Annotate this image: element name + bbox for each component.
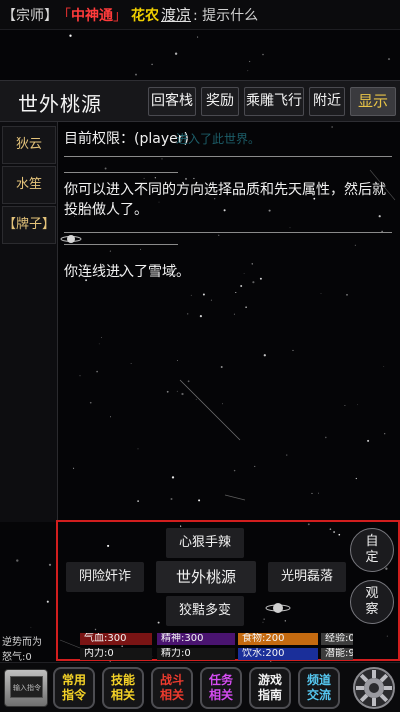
channel-chat-button[interactable]: 频道 交流: [298, 667, 340, 709]
npc-item-sign[interactable]: 【牌子】: [2, 206, 56, 244]
star: [247, 70, 249, 72]
player-name[interactable]: 花农: [131, 8, 159, 24]
move-south-button[interactable]: 狡黠多变: [166, 596, 244, 626]
nav-label-line2: 交流: [306, 688, 331, 702]
quote-close: 」: [113, 8, 127, 24]
rank-tag: 【宗师】: [2, 8, 58, 24]
star: [46, 600, 49, 603]
star: [16, 559, 19, 562]
rage-label: 怒气:0: [2, 652, 32, 663]
eagle-flight-button[interactable]: 乘雕飞行: [244, 87, 304, 116]
planet-icon: [265, 603, 291, 613]
divider-line: [64, 232, 392, 233]
nav-label-line1: 常用: [61, 673, 86, 687]
star: [30, 626, 32, 628]
divider-line-short: [64, 172, 178, 173]
settings-gear-icon[interactable]: [352, 666, 396, 710]
npc-item-diyun[interactable]: 狄云: [2, 126, 56, 164]
food-stat: 食物:200: [238, 633, 318, 645]
experience-stat: 经验:0: [321, 633, 353, 645]
water-stat: 饮水:200: [238, 648, 318, 660]
input-command-label: 输入指令: [13, 684, 41, 692]
star: [248, 60, 251, 63]
nav-label-line1: 频道: [306, 673, 331, 687]
entered-world-message: 你连线进入了雪域。: [64, 264, 190, 280]
star: [48, 563, 52, 566]
target-name-link[interactable]: 渡凉: [161, 6, 191, 24]
nav-label-line1: 战斗: [159, 673, 184, 687]
permission-text: 目前权限：(player): [64, 131, 189, 147]
skills-button[interactable]: 技能 相关: [102, 667, 144, 709]
star: [135, 73, 137, 76]
custom-command-label: 自定: [365, 534, 379, 565]
npc-sidebar: 狄云 水笙 【牌子】: [0, 122, 58, 522]
quests-button[interactable]: 任务 相关: [200, 667, 242, 709]
message-log: 目前权限：(player) 进入了此世界。 你可以进入不同的方向选择品质和先天属…: [58, 122, 400, 518]
nav-label-line2: 相关: [110, 688, 135, 702]
room-header: 世外桃源 回客栈 奖励 乘雕飞行 附近 显示: [0, 80, 400, 122]
observe-button[interactable]: 观察: [350, 580, 394, 624]
faded-background-text: 进入了此世界。: [176, 132, 261, 146]
divider-line: [64, 156, 392, 157]
quote-open: 「: [64, 8, 71, 24]
potential-stat: 潜能:99: [321, 648, 353, 660]
chat-message: : 提示什么: [193, 8, 259, 24]
star: [197, 36, 199, 38]
show-toggle-button[interactable]: 显示: [350, 87, 396, 116]
chat-broadcast-line: 【宗师】 「中神通」 花农 渡凉: 提示什么: [0, 0, 400, 30]
nearby-button[interactable]: 附近: [309, 87, 345, 116]
nav-label-line1: 技能: [110, 673, 135, 687]
internal-force-stat: 内力:0: [80, 648, 152, 660]
move-north-button[interactable]: 心狠手辣: [166, 528, 244, 558]
star: [151, 63, 153, 66]
energy-stat: 精力:0: [157, 648, 235, 660]
star: [387, 58, 391, 61]
spirit-stat: 精神:300: [157, 633, 235, 645]
combat-button[interactable]: 战斗 相关: [151, 667, 193, 709]
observe-label: 观察: [365, 586, 379, 617]
nav-label-line2: 相关: [208, 688, 233, 702]
current-location-button[interactable]: 世外桃源: [156, 561, 256, 593]
move-east-button[interactable]: 光明磊落: [268, 562, 346, 592]
return-inn-button[interactable]: 回客栈: [148, 87, 196, 116]
tendency-label: 逆势而为: [2, 637, 42, 648]
bottom-nav-bar: 输入指令 常用 指令 技能 相关 战斗 相关 任务 相关 游戏 指南 频道 交流: [0, 662, 400, 712]
reward-button[interactable]: 奖励: [201, 87, 239, 116]
npc-item-shuisheng[interactable]: 水笙: [2, 166, 56, 204]
permission-line: 目前权限：(player) 进入了此世界。: [64, 128, 260, 148]
hp-stat: 气血:300: [80, 633, 152, 645]
intro-paragraph: 你可以进入不同的方向选择品质和先天属性，然后就投胎做人了。: [64, 182, 386, 218]
star: [262, 53, 264, 56]
room-title: 世外桃源: [18, 92, 102, 116]
player-title: 中神通: [71, 8, 113, 24]
planet-icon: [60, 235, 82, 243]
star: [69, 34, 72, 37]
common-commands-button[interactable]: 常用 指令: [53, 667, 95, 709]
game-guide-button[interactable]: 游戏 指南: [249, 667, 291, 709]
nav-label-line1: 任务: [208, 673, 233, 687]
custom-command-button[interactable]: 自定: [350, 528, 394, 572]
star: [174, 52, 178, 55]
nav-label-line1: 游戏: [257, 673, 282, 687]
nav-label-line2: 指南: [257, 688, 282, 702]
nav-label-line2: 指令: [61, 688, 86, 702]
input-command-button[interactable]: 输入指令: [4, 669, 48, 707]
move-west-button[interactable]: 阴险奸诈: [66, 562, 144, 592]
nav-label-line2: 相关: [159, 688, 184, 702]
